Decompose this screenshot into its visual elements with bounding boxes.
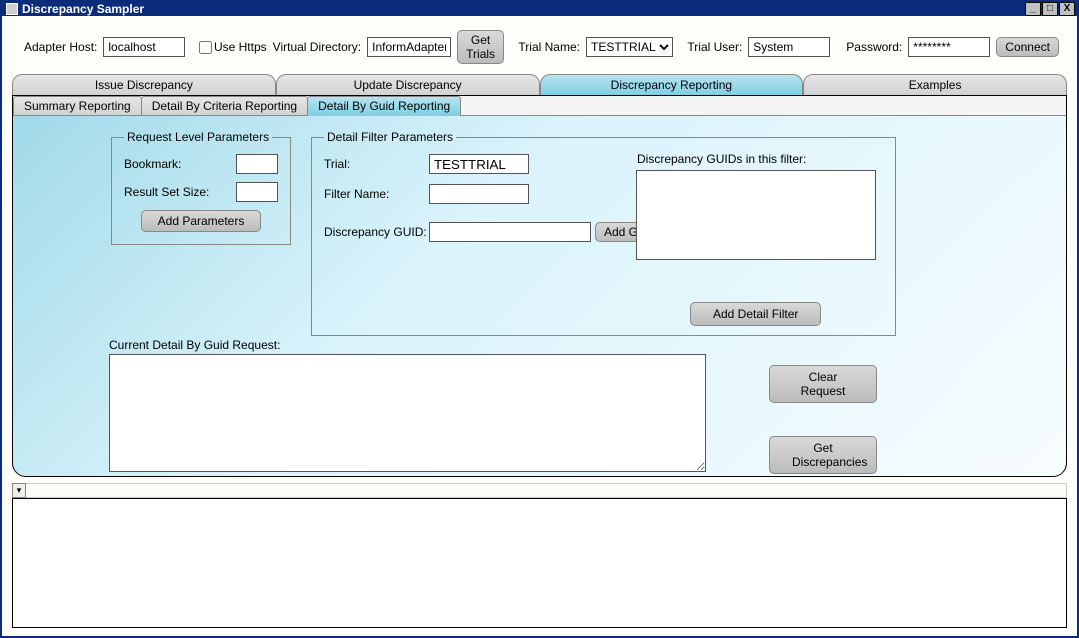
password-label: Password: — [846, 40, 902, 54]
collapse-toggle[interactable]: ▾ — [12, 483, 26, 498]
trial-label: Trial: — [324, 157, 429, 171]
result-size-input[interactable] — [236, 182, 278, 202]
use-https-checkbox[interactable] — [199, 41, 212, 54]
disc-guid-input[interactable] — [429, 222, 591, 242]
result-size-row: Result Set Size: — [124, 182, 278, 202]
result-size-label: Result Set Size: — [124, 185, 209, 199]
add-params-wrap: Add Parameters — [124, 210, 278, 232]
add-detail-filter-button[interactable]: Add Detail Filter — [690, 302, 821, 326]
virtual-dir-label: Virtual Directory: — [273, 40, 361, 54]
password-input[interactable] — [908, 37, 990, 57]
add-parameters-button[interactable]: Add Parameters — [141, 210, 262, 232]
collapse-fill — [26, 483, 1067, 498]
main-tabs: Issue Discrepancy Update Discrepancy Dis… — [12, 74, 1067, 95]
content-area: Adapter Host: Use Https Virtual Director… — [2, 16, 1077, 636]
detail-filter-legend: Detail Filter Parameters — [324, 130, 456, 144]
detail-filter-group: Detail Filter Parameters Trial: Filter N… — [311, 130, 896, 336]
use-https-checkbox-wrap: Use Https — [199, 40, 267, 54]
titlebar: Discrepancy Sampler _ □ X — [2, 2, 1077, 16]
clear-request-button[interactable]: Clear Request — [769, 365, 877, 403]
app-icon — [6, 3, 18, 15]
bookmark-row: Bookmark: — [124, 154, 278, 174]
trial-user-input[interactable] — [748, 37, 830, 57]
tabs-container: Issue Discrepancy Update Discrepancy Dis… — [12, 74, 1067, 477]
window-title: Discrepancy Sampler — [22, 2, 144, 16]
tab-body: Summary Reporting Detail By Criteria Rep… — [12, 95, 1067, 477]
get-trials-button[interactable]: Get Trials — [457, 30, 504, 64]
titlebar-left: Discrepancy Sampler — [6, 2, 144, 16]
tab-discrepancy-reporting[interactable]: Discrepancy Reporting — [540, 74, 804, 95]
output-box[interactable] — [12, 498, 1067, 628]
collapse-bar: ▾ — [12, 483, 1067, 498]
filter-name-label: Filter Name: — [324, 187, 429, 201]
get-discrepancies-wrap: Get Discrepancies — [769, 436, 877, 474]
connection-toolbar: Adapter Host: Use Https Virtual Director… — [2, 16, 1077, 74]
filter-name-input[interactable] — [429, 184, 529, 204]
request-level-legend: Request Level Parameters — [124, 130, 272, 144]
trial-name-select[interactable]: TESTTRIAL — [586, 37, 673, 57]
sub-tabs: Summary Reporting Detail By Criteria Rep… — [13, 96, 1066, 116]
sub-tab-guid[interactable]: Detail By Guid Reporting — [307, 96, 461, 116]
sub-tab-criteria[interactable]: Detail By Criteria Reporting — [141, 96, 308, 115]
close-button[interactable]: X — [1059, 2, 1075, 16]
bottom-area: ▾ — [12, 483, 1067, 628]
virtual-dir-input[interactable] — [367, 37, 451, 57]
current-request-box[interactable] — [109, 354, 706, 472]
get-discrepancies-button[interactable]: Get Discrepancies — [769, 436, 877, 474]
adapter-host-label: Adapter Host: — [24, 40, 97, 54]
adapter-host-input[interactable] — [103, 37, 185, 57]
guid-panel: Request Level Parameters Bookmark: Resul… — [13, 116, 1066, 476]
use-https-label: Use Https — [214, 40, 267, 54]
bookmark-label: Bookmark: — [124, 157, 181, 171]
trial-input[interactable] — [429, 154, 529, 174]
app-window: Discrepancy Sampler _ □ X Adapter Host: … — [0, 0, 1079, 638]
sub-tab-summary[interactable]: Summary Reporting — [13, 96, 142, 115]
guid-list-label: Discrepancy GUIDs in this filter: — [637, 152, 806, 166]
trial-name-label: Trial Name: — [518, 40, 580, 54]
tab-update-discrepancy[interactable]: Update Discrepancy — [276, 74, 540, 95]
trial-user-label: Trial User: — [687, 40, 742, 54]
minimize-button[interactable]: _ — [1025, 2, 1041, 16]
guid-list-box[interactable] — [636, 170, 876, 260]
bookmark-input[interactable] — [236, 154, 278, 174]
maximize-button[interactable]: □ — [1042, 2, 1058, 16]
current-request-label: Current Detail By Guid Request: — [109, 338, 280, 352]
window-controls: _ □ X — [1024, 2, 1075, 16]
disc-guid-label: Discrepancy GUID: — [324, 225, 429, 239]
tab-examples[interactable]: Examples — [803, 74, 1067, 95]
tab-issue-discrepancy[interactable]: Issue Discrepancy — [12, 74, 276, 95]
request-level-group: Request Level Parameters Bookmark: Resul… — [111, 130, 291, 245]
add-detail-filter-wrap: Add Detail Filter — [690, 302, 821, 326]
clear-request-wrap: Clear Request — [769, 365, 877, 403]
connect-button[interactable]: Connect — [996, 37, 1059, 57]
